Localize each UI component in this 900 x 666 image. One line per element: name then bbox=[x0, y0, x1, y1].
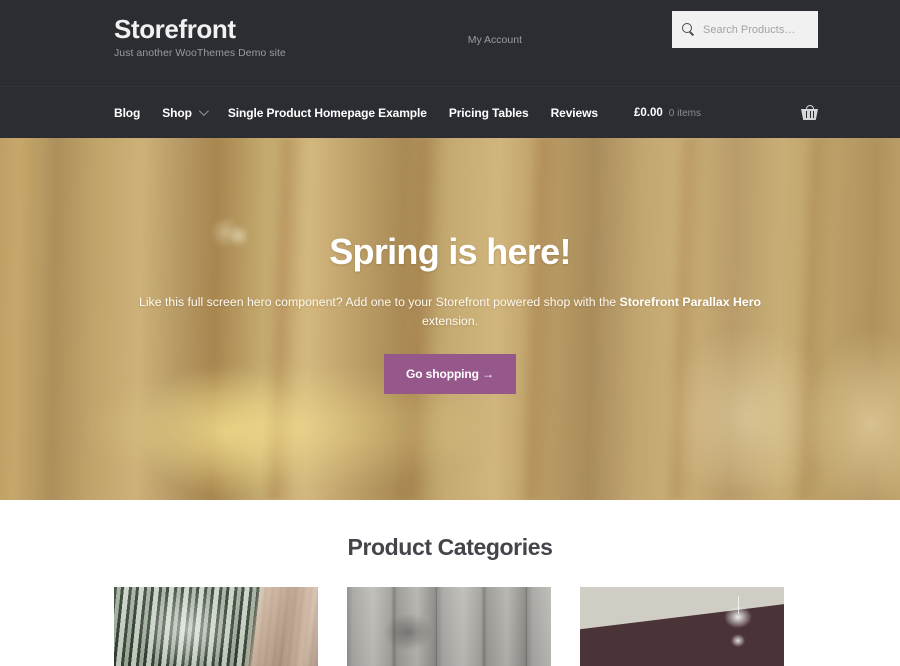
parallax-hero: Spring is here! Like this full screen he… bbox=[0, 138, 900, 500]
go-shopping-button[interactable]: Go shopping → bbox=[383, 353, 517, 394]
site-branding[interactable]: Storefront Just another WooThemes Demo s… bbox=[114, 14, 286, 59]
category-thumb-wood bbox=[347, 587, 551, 666]
hero-content: Spring is here! Like this full screen he… bbox=[114, 138, 786, 394]
primary-menu: Blog Shop Single Product Homepage Exampl… bbox=[114, 106, 620, 120]
cart-item-count: 0 items bbox=[668, 107, 701, 119]
menu-item-pricing-tables[interactable]: Pricing Tables bbox=[449, 106, 529, 120]
search-input[interactable] bbox=[703, 23, 808, 36]
product-categories-title: Product Categories bbox=[347, 534, 553, 560]
product-category-card-1[interactable] bbox=[114, 587, 318, 666]
nav-inner: Blog Shop Single Product Homepage Exampl… bbox=[114, 87, 818, 138]
storefront-page: Storefront Just another WooThemes Demo s… bbox=[0, 0, 900, 666]
menu-link-single-product-homepage-example[interactable]: Single Product Homepage Example bbox=[228, 106, 427, 120]
product-category-grid bbox=[114, 587, 786, 666]
header-inner: Storefront Just another WooThemes Demo s… bbox=[114, 0, 818, 86]
hero-text-emphasis: Storefront Parallax Hero bbox=[619, 294, 762, 309]
search-icon bbox=[682, 23, 695, 36]
cart-area: £0.00 0 items bbox=[634, 87, 818, 138]
hero-description: Like this full screen hero component? Ad… bbox=[114, 293, 786, 331]
site-header: Storefront Just another WooThemes Demo s… bbox=[0, 0, 900, 86]
menu-link-blog[interactable]: Blog bbox=[114, 106, 140, 120]
menu-item-single-product-homepage-example[interactable]: Single Product Homepage Example bbox=[228, 106, 427, 120]
chevron-down-icon[interactable] bbox=[198, 106, 209, 117]
category-thumb-forest bbox=[114, 587, 318, 666]
main-navigation: Blog Shop Single Product Homepage Exampl… bbox=[0, 86, 900, 138]
product-search-form[interactable] bbox=[672, 11, 818, 48]
my-account-link[interactable]: My Account bbox=[468, 34, 522, 46]
menu-item-shop[interactable]: Shop bbox=[162, 106, 209, 120]
product-categories-section: Product Categories bbox=[0, 500, 900, 666]
cart-contents-link[interactable]: £0.00 0 items bbox=[634, 107, 701, 119]
hero-text-after: extension. bbox=[421, 313, 479, 328]
site-description: Just another WooThemes Demo site bbox=[114, 46, 286, 59]
product-category-card-2[interactable] bbox=[347, 587, 551, 666]
hero-text-before: Like this full screen hero component? Ad… bbox=[138, 294, 620, 309]
site-title[interactable]: Storefront bbox=[114, 14, 286, 45]
shopping-basket-icon[interactable] bbox=[801, 105, 818, 120]
menu-link-shop[interactable]: Shop bbox=[162, 106, 192, 120]
menu-item-reviews[interactable]: Reviews bbox=[551, 106, 598, 120]
menu-link-reviews[interactable]: Reviews bbox=[551, 106, 598, 120]
menu-item-blog[interactable]: Blog bbox=[114, 106, 140, 120]
category-thumb-interior bbox=[580, 587, 784, 666]
cart-amount: £0.00 bbox=[633, 106, 663, 119]
menu-link-pricing-tables[interactable]: Pricing Tables bbox=[449, 106, 529, 120]
hero-title: Spring is here! bbox=[329, 231, 571, 272]
product-category-card-3[interactable] bbox=[580, 587, 784, 666]
